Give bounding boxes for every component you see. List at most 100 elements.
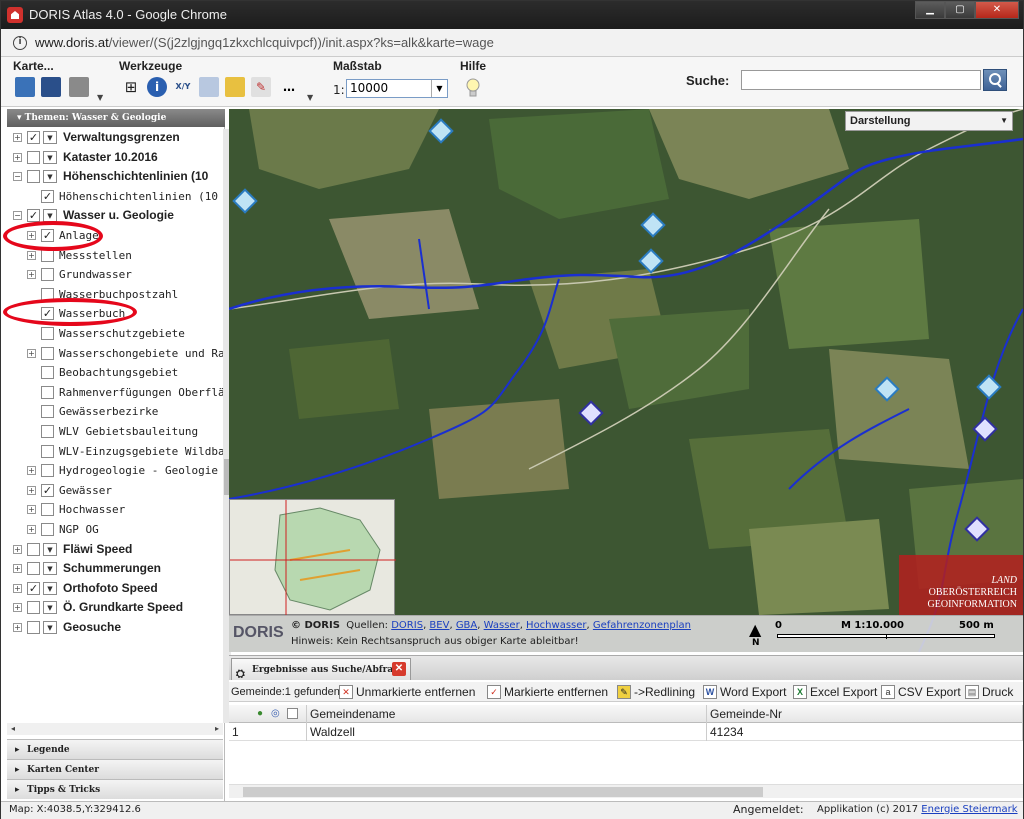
layer-checkbox[interactable] [27,621,40,634]
layer-label[interactable]: Grundwasser [59,268,132,281]
theme-row[interactable]: + Wasserschongebiete und Rahr [7,345,223,364]
layer-checkbox[interactable] [41,346,54,360]
excel-export-button[interactable]: X Excel Export [793,684,877,700]
layer-checkbox[interactable] [41,503,54,517]
close-tab-icon[interactable]: ✕ [392,662,406,676]
layer-options-dropdown[interactable]: ▼ [43,542,57,556]
darstellung-dropdown[interactable]: Darstellung ▼ [845,111,1013,131]
layer-label[interactable]: WLV-Einzugsgebiete Wildbach [59,445,223,458]
expand-toggle[interactable]: + [13,133,22,142]
layer-checkbox[interactable] [41,425,54,438]
expand-toggle[interactable]: + [27,505,36,515]
expand-toggle[interactable]: + [27,485,36,495]
scroll-left-icon[interactable]: ◂ [7,723,19,735]
layer-label[interactable]: Beobachtungsgebiet [59,366,178,379]
theme-row[interactable]: + ▼ Ö. Grundkarte Speed [7,599,223,618]
remove-marked-button[interactable]: ✓ Markierte entfernen [487,684,608,700]
expand-toggle[interactable]: − [13,172,22,182]
expand-toggle[interactable]: + [13,544,22,554]
redlining-button[interactable]: ✎ ->Redlining [617,684,695,700]
word-export-button[interactable]: W Word Export [703,684,786,700]
expand-toggle[interactable]: + [13,603,22,613]
layer-checkbox[interactable]: ✓ [41,483,54,497]
theme-row[interactable]: Rahmenverfügungen Oberfläc [7,384,223,403]
layer-checkbox[interactable] [41,268,54,282]
print-icon[interactable] [69,77,89,97]
layer-checkbox[interactable] [27,601,40,615]
layer-label[interactable]: Höhenschichtenlinien (10 m) [59,190,223,203]
energie-steiermark-link[interactable]: Energie Steiermark [921,804,1017,815]
layer-label[interactable]: WLV Gebietsbauleitung [59,425,198,438]
layer-checkbox[interactable] [41,405,54,419]
minimize-button[interactable]: ▁ [915,1,945,19]
expand-toggle[interactable]: + [13,583,22,593]
source-link-doris[interactable]: DORIS [391,620,423,631]
more-tools-icon[interactable]: … [279,77,299,97]
expand-toggle[interactable]: + [27,250,36,260]
accordion-karten-center[interactable]: Karten Center [7,759,223,780]
layer-checkbox[interactable]: ✓ [27,131,40,144]
zoom-icon[interactable]: ● [257,705,263,723]
cell-gemeinde-nr[interactable]: 41234 [707,723,1023,741]
results-tab[interactable]: ⛭ Ergebnisse aus Suche/Abfrage ✕ [231,658,411,680]
chevron-down-icon[interactable]: ▼ [431,80,447,97]
search-icon[interactable]: ◎ [271,705,280,723]
address-bar[interactable]: i www.doris.at/viewer/(S(j2zlgjngq1zkxch… [1,29,1023,57]
save-disk-icon[interactable] [41,77,61,97]
layer-label[interactable]: Gewässerbezirke [59,405,158,418]
layer-checkbox[interactable] [41,444,54,458]
expand-toggle[interactable]: + [13,152,22,162]
scroll-right-icon[interactable]: ▸ [211,723,223,735]
table-row[interactable]: 1 Waldzell 41234 [229,723,1023,741]
layer-label[interactable]: Verwaltungsgrenzen [63,130,180,144]
layer-checkbox[interactable] [27,542,40,556]
theme-row[interactable]: + ✓ ▼ Orthofoto Speed [7,580,223,599]
layer-label[interactable]: Kataster 10.2016 [63,150,158,164]
theme-row[interactable]: + ▼ Fläwi Speed [7,541,223,560]
cell-gemeindename[interactable]: Waldzell [307,723,707,741]
layer-label[interactable]: Hydrogeologie - Geologie [59,464,218,477]
expand-toggle[interactable]: + [27,466,36,476]
expand-toggle[interactable]: + [27,525,36,534]
layer-options-dropdown[interactable]: ▼ [43,581,57,595]
layer-checkbox[interactable]: ✓ [41,189,54,203]
theme-row[interactable]: − ▼ Höhenschichtenlinien (10 [7,168,223,187]
expand-toggle[interactable]: + [13,564,22,574]
expand-toggle[interactable]: + [27,348,36,358]
layer-checkbox[interactable] [27,562,40,576]
layer-options-dropdown[interactable]: ▼ [43,131,57,144]
source-link-bev[interactable]: BEV [429,620,449,631]
source-link-hochwasser[interactable]: Hochwasser [526,620,586,631]
measure-icon[interactable] [199,77,219,97]
select-all-checkbox[interactable] [287,708,298,719]
layer-checkbox[interactable] [41,366,54,380]
expand-toggle[interactable]: + [13,623,22,632]
search-input[interactable] [741,70,981,90]
column-header-gemeinde-nr[interactable]: Gemeinde-Nr [707,705,1023,723]
layer-options-dropdown[interactable]: ▼ [43,621,57,634]
source-link-gefahrenzonenplan[interactable]: Gefahrenzonenplan [593,620,691,631]
source-link-gba[interactable]: GBA [456,620,477,631]
binoculars-icon[interactable]: ⊞ [121,77,141,97]
layer-label[interactable]: Rahmenverfügungen Oberfläc [59,386,223,399]
search-button[interactable] [983,69,1007,91]
theme-row[interactable]: + ▼ Kataster 10.2016 [7,149,223,168]
print-dropdown-icon[interactable]: ▼ [97,93,105,102]
layer-checkbox[interactable] [27,170,40,184]
maximize-button[interactable]: ▢ [945,1,975,19]
layer-checkbox[interactable] [41,464,54,478]
results-horizontal-scrollbar[interactable] [229,784,1023,798]
lightbulb-help-icon[interactable] [464,77,482,99]
theme-row[interactable]: + Hydrogeologie - Geologie [7,462,223,481]
theme-row[interactable]: Gewässerbezirke [7,403,223,422]
layer-label[interactable]: Orthofoto Speed [63,581,158,595]
layer-label[interactable]: Ö. Grundkarte Speed [63,600,183,614]
layer-options-dropdown[interactable]: ▼ [43,562,57,576]
layer-label[interactable]: Geosuche [63,620,121,634]
info-tool-icon[interactable]: i [147,77,167,97]
csv-export-button[interactable]: a CSV Export [881,684,961,700]
expand-toggle[interactable]: + [27,270,36,280]
theme-row[interactable]: + ✓ ▼ Verwaltungsgrenzen [7,129,223,148]
tools-dropdown-icon[interactable]: ▼ [307,93,315,102]
layer-label[interactable]: Messstellen [59,249,132,262]
